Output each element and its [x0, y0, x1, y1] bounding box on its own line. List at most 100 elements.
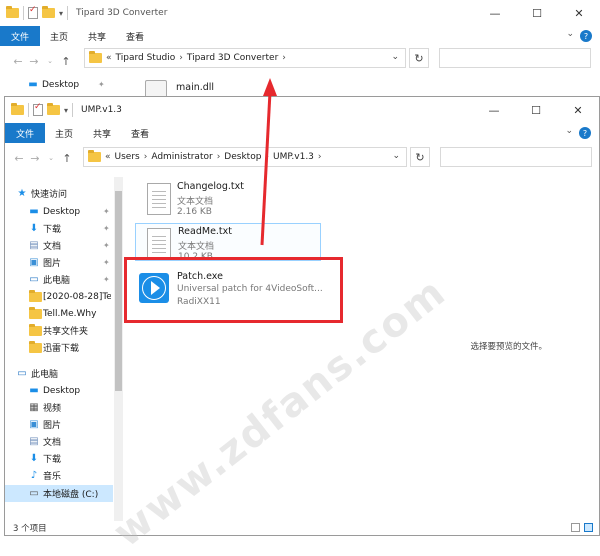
minimize-icon[interactable]: — [474, 0, 516, 26]
file-item-readme[interactable]: ReadMe.txt 文本文档 10.2 KB [135, 223, 321, 262]
tab-share[interactable]: 共享 [78, 30, 116, 43]
back-address-bar[interactable]: « Tipard Studio › Tipard 3D Converter › … [84, 48, 406, 68]
sidebar-item-desktop[interactable]: ▬ Desktop ✦ [0, 76, 118, 93]
pin-icon[interactable]: ✦ [103, 224, 110, 233]
up-arrow-icon[interactable]: ↑ [59, 152, 75, 165]
search-input[interactable] [439, 48, 591, 68]
computer-icon: ▭ [29, 274, 39, 285]
breadcrumb-administrator[interactable]: Administrator [151, 152, 212, 162]
properties-icon[interactable] [28, 5, 38, 19]
breadcrumb-overflow[interactable]: « [105, 152, 111, 162]
sidebar-item-folder[interactable]: 迅雷下载 [5, 339, 123, 356]
chevron-down-icon[interactable]: ⌄ [565, 126, 573, 136]
picture-icon: ▣ [29, 257, 39, 268]
sidebar-item-this-pc[interactable]: ▭ 此电脑 ✦ [5, 271, 123, 288]
chevron-down-icon[interactable]: ▾ [64, 106, 68, 115]
sidebar-item-folder[interactable]: 共享文件夹 [5, 322, 123, 339]
maximize-icon[interactable]: ☐ [515, 97, 557, 123]
sidebar-item-downloads[interactable]: ⬇ 下载 ✦ [5, 220, 123, 237]
search-input[interactable] [440, 147, 592, 167]
tab-file[interactable]: 文件 [5, 123, 45, 143]
folder-icon [89, 51, 102, 63]
pin-icon[interactable]: ✦ [103, 258, 110, 267]
sidebar-scrollbar[interactable] [114, 177, 123, 535]
sidebar-item-pictures[interactable]: ▣ 图片 [5, 416, 123, 433]
tab-share[interactable]: 共享 [83, 127, 121, 140]
chevron-down-icon[interactable]: ⌄ [566, 29, 574, 39]
breadcrumb-separator[interactable]: › [144, 152, 148, 162]
minimize-icon[interactable]: — [473, 97, 515, 123]
sidebar-item-quick-access[interactable]: ★ 快速访问 [5, 185, 123, 202]
details-view-icon[interactable] [571, 523, 580, 532]
chevron-down-icon[interactable]: ▾ [59, 9, 63, 18]
breadcrumb-ump[interactable]: UMP.v1.3 [273, 152, 314, 162]
folder-icon [88, 150, 101, 162]
front-address-bar[interactable]: « Users › Administrator › Desktop › UMP.… [83, 147, 407, 167]
sidebar-item-local-disk[interactable]: ▭ 本地磁盘 (C:) [5, 485, 113, 502]
breadcrumb-separator[interactable]: › [282, 53, 286, 63]
sidebar-item-this-pc[interactable]: ▭ 此电脑 [5, 365, 123, 382]
breadcrumb-tipard-3d-converter[interactable]: Tipard 3D Converter [187, 53, 278, 63]
recent-dropdown-icon[interactable]: ⌄ [42, 57, 58, 65]
highlight-box [124, 257, 343, 323]
text-file-icon [147, 228, 171, 260]
recent-dropdown-icon[interactable]: ⌄ [43, 154, 59, 162]
close-icon[interactable]: ✕ [558, 0, 600, 26]
tab-file[interactable]: 文件 [0, 26, 40, 46]
refresh-button[interactable]: ↻ [409, 48, 429, 68]
refresh-button[interactable]: ↻ [410, 147, 430, 167]
forward-arrow-icon[interactable]: → [26, 55, 42, 68]
breadcrumb-separator[interactable]: › [265, 152, 269, 162]
breadcrumb-users[interactable]: Users [115, 152, 140, 162]
breadcrumb-overflow[interactable]: « [106, 53, 112, 63]
folder-icon [29, 341, 42, 353]
breadcrumb-separator[interactable]: › [318, 152, 322, 162]
sidebar-item-desktop[interactable]: ▬ Desktop ✦ [5, 203, 123, 220]
breadcrumb-separator[interactable]: › [179, 53, 183, 63]
file-size: 2.16 KB [177, 207, 212, 217]
sidebar-item-documents[interactable]: ▤ 文档 ✦ [5, 237, 123, 254]
close-icon[interactable]: ✕ [557, 97, 599, 123]
tab-home[interactable]: 主页 [45, 127, 83, 140]
window-controls: — ☐ ✕ [473, 97, 599, 123]
folder-icon [11, 103, 24, 115]
sidebar-item-folder[interactable]: [2020-08-28]Te [5, 288, 123, 305]
file-item-changelog[interactable]: Changelog.txt 文本文档 2.16 KB [143, 181, 323, 223]
new-folder-icon[interactable] [42, 6, 55, 18]
help-icon[interactable]: ? [580, 30, 592, 42]
back-arrow-icon[interactable]: ← [11, 152, 27, 165]
forward-arrow-icon[interactable]: → [27, 152, 43, 165]
help-icon[interactable]: ? [579, 127, 591, 139]
sidebar-item-pictures[interactable]: ▣ 图片 ✦ [5, 254, 123, 271]
properties-icon[interactable] [33, 102, 43, 116]
pin-icon[interactable]: ✦ [98, 80, 105, 89]
file-name[interactable]: main.dll [176, 82, 214, 93]
pin-icon[interactable]: ✦ [103, 207, 110, 216]
pin-icon[interactable]: ✦ [103, 241, 110, 250]
sidebar-item-videos[interactable]: ▦ 视频 [5, 399, 123, 416]
chevron-down-icon[interactable]: ⌄ [391, 52, 399, 62]
document-icon: ▤ [29, 436, 39, 447]
tab-view[interactable]: 查看 [116, 30, 154, 43]
scrollbar-thumb[interactable] [115, 191, 122, 391]
sidebar-item-desktop[interactable]: ▬ Desktop [5, 382, 123, 399]
divider [23, 6, 24, 20]
up-arrow-icon[interactable]: ↑ [58, 55, 74, 68]
sidebar-item-downloads[interactable]: ⬇ 下载 [5, 450, 123, 467]
chevron-down-icon[interactable]: ⌄ [392, 151, 400, 161]
sidebar-item-documents[interactable]: ▤ 文档 [5, 433, 123, 450]
sidebar-item-folder[interactable]: Tell.Me.Why [5, 305, 123, 322]
new-folder-icon[interactable] [47, 103, 60, 115]
front-ribbon: 文件 主页 共享 查看 ⌄ ? [5, 123, 599, 144]
maximize-icon[interactable]: ☐ [516, 0, 558, 26]
breadcrumb-separator[interactable]: › [217, 152, 221, 162]
document-icon: ▤ [29, 240, 39, 251]
pin-icon[interactable]: ✦ [103, 275, 110, 284]
tiles-view-icon[interactable] [584, 523, 593, 532]
tab-home[interactable]: 主页 [40, 30, 78, 43]
breadcrumb-desktop[interactable]: Desktop [224, 152, 261, 162]
breadcrumb-tipard-studio[interactable]: Tipard Studio [116, 53, 176, 63]
back-arrow-icon[interactable]: ← [10, 55, 26, 68]
tab-view[interactable]: 查看 [121, 127, 159, 140]
sidebar-item-music[interactable]: ♪ 音乐 [5, 467, 123, 484]
